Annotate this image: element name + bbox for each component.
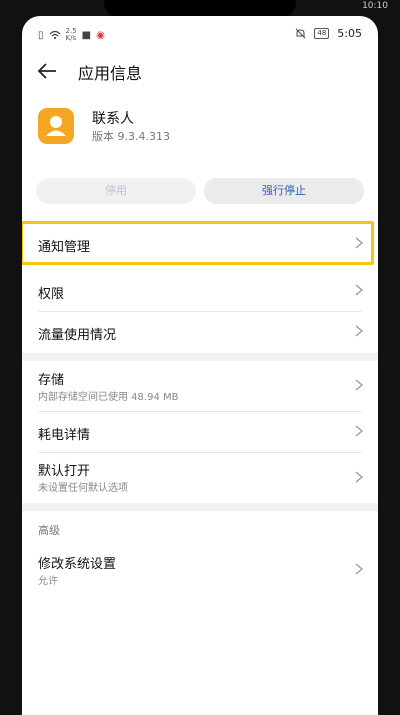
data-usage-label: 流量使用情况 [38,328,117,343]
disable-button[interactable]: 停用 [36,178,196,204]
open-by-default-label: 默认打开 [38,464,91,479]
status-right: 48 5:05 [295,27,362,40]
app-version: 版本 9.3.4.313 [92,130,170,143]
modify-system-settings-label: 修改系统设置 [38,557,117,572]
screen: ▯ 2.5 K/s ■ ◉ 48 5:05 应用信息 联系人 版本 9.3.4.… [22,16,378,715]
sim-card-icon: ▯ [38,29,44,41]
divider [38,452,362,453]
open-by-default-item[interactable]: 默认打开 未设置任何默认选项 [22,454,378,502]
chevron-right-icon [355,379,364,391]
network-speed: 2.5 K/s [66,28,77,42]
divider [38,411,362,412]
force-stop-button[interactable]: 强行停止 [204,178,364,204]
wifi-icon [49,30,60,40]
header: 应用信息 [22,56,378,86]
storage-label: 存储 [38,373,65,388]
outer-status-time: 10:10 [362,1,388,11]
app-name: 联系人 [92,111,134,127]
status-left: ▯ 2.5 K/s ■ ◉ [38,28,105,42]
status-time: 5:05 [337,27,362,40]
battery-details-item[interactable]: 耗电详情 [22,413,378,451]
chevron-right-icon [355,563,364,575]
mute-icon [296,28,306,39]
app-info: 联系人 版本 9.3.4.313 [38,108,368,148]
phone-frame: 10:10 ▯ 2.5 K/s ■ ◉ 48 5:05 应用信息 联系人 版本 … [0,0,400,715]
storage-sublabel: 内部存储空间已使用 48.94 MB [38,392,179,403]
notification-square-icon: ■ [81,29,92,41]
chevron-right-icon [355,284,364,296]
modify-system-settings-sublabel: 允许 [38,576,58,587]
section-gap [22,503,378,511]
section-gap [22,353,378,361]
chevron-right-icon [355,471,364,483]
modify-system-settings-item[interactable]: 修改系统设置 允许 [22,546,378,594]
data-usage-item[interactable]: 流量使用情况 [22,313,378,351]
battery-details-label: 耗电详情 [38,428,91,443]
status-bar: ▯ 2.5 K/s ■ ◉ 48 5:05 [22,16,378,52]
chevron-right-icon [355,425,364,437]
page-title: 应用信息 [78,64,143,83]
advanced-section-header: 高级 [38,524,60,537]
highlight-box [22,221,374,265]
person-icon [46,116,66,136]
weibo-icon: ◉ [96,29,105,41]
battery-indicator: 48 [314,28,330,39]
back-arrow-icon[interactable] [36,60,58,82]
storage-item[interactable]: 存储 内部存储空间已使用 48.94 MB [22,362,378,410]
divider [38,311,362,312]
chevron-right-icon [355,325,364,337]
contacts-app-icon [38,108,74,144]
open-by-default-sublabel: 未设置任何默认选项 [38,483,128,494]
network-speed-unit: K/s [65,34,77,42]
permissions-item[interactable]: 权限 [22,272,378,310]
permissions-label: 权限 [38,287,65,302]
